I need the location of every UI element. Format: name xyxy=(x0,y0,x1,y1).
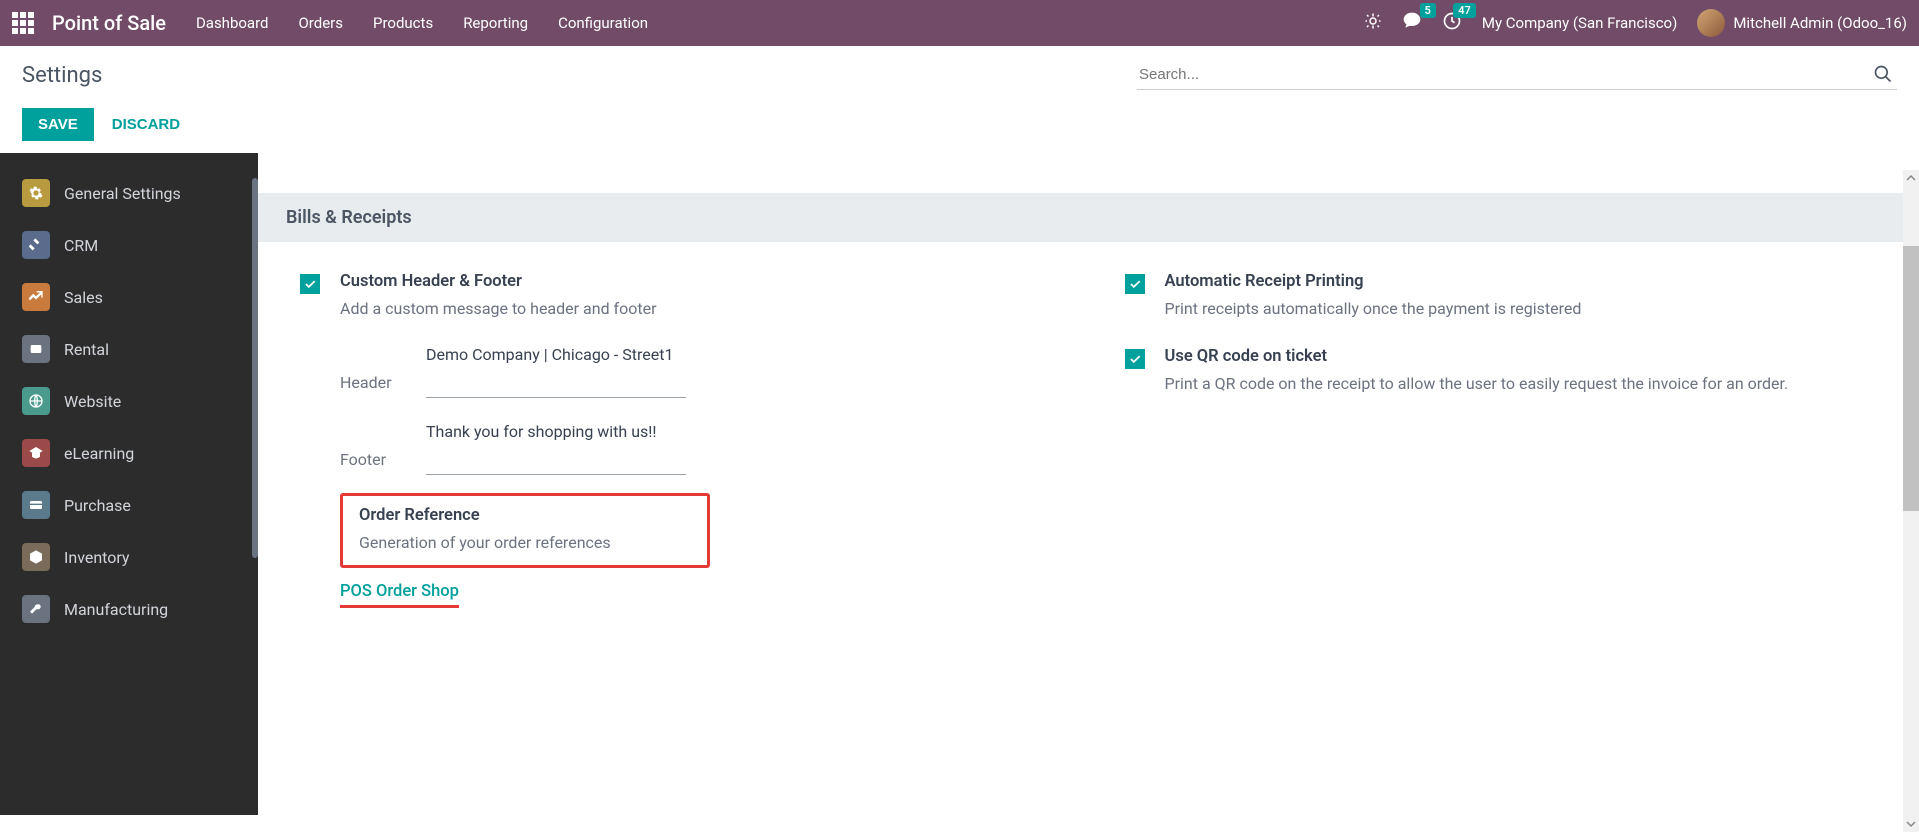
subheader: Settings SAVE DISCARD xyxy=(0,46,1919,153)
layout: General Settings CRM Sales Rental Websit… xyxy=(0,153,1919,815)
settings-sidebar: General Settings CRM Sales Rental Websit… xyxy=(0,153,258,815)
messages-badge: 5 xyxy=(1420,3,1436,18)
settings-grid: Custom Header & Footer Add a custom mess… xyxy=(258,242,1919,654)
avatar xyxy=(1697,9,1725,37)
box-icon xyxy=(22,543,50,571)
graduation-icon xyxy=(22,439,50,467)
user-name: Mitchell Admin (Odoo_16) xyxy=(1733,14,1907,32)
setting-desc: Add a custom message to header and foote… xyxy=(340,297,1065,321)
scroll-thumb[interactable] xyxy=(1903,246,1919,511)
nav-reporting[interactable]: Reporting xyxy=(463,14,528,32)
user-menu[interactable]: Mitchell Admin (Odoo_16) xyxy=(1697,9,1907,37)
header-input[interactable] xyxy=(426,339,686,398)
chart-icon xyxy=(22,283,50,311)
nav-dashboard[interactable]: Dashboard xyxy=(196,14,269,32)
nav-configuration[interactable]: Configuration xyxy=(558,14,648,32)
nav-products[interactable]: Products xyxy=(373,14,433,32)
sidebar-item-label: eLearning xyxy=(64,444,134,463)
header-label: Header xyxy=(340,373,408,398)
sidebar-item-label: Website xyxy=(64,392,121,411)
gear-icon xyxy=(22,179,50,207)
messages-icon[interactable]: 5 xyxy=(1402,11,1422,35)
search-input[interactable] xyxy=(1137,60,1897,89)
footer-label: Footer xyxy=(340,450,408,475)
main-scrollbar[interactable] xyxy=(1903,170,1919,832)
sidebar-scrollbar[interactable] xyxy=(252,170,260,570)
setting-title: Use QR code on ticket xyxy=(1165,347,1890,366)
setting-title: Automatic Receipt Printing xyxy=(1165,272,1890,291)
checkbox-custom-header[interactable] xyxy=(300,274,320,294)
pos-order-shop-link[interactable]: POS Order Shop xyxy=(340,582,459,608)
sidebar-item-label: Inventory xyxy=(64,548,130,567)
section-header: Bills & Receipts xyxy=(258,193,1919,242)
activities-icon[interactable]: 47 xyxy=(1442,11,1462,35)
page-title: Settings xyxy=(22,63,102,88)
save-button[interactable]: SAVE xyxy=(22,108,94,141)
nav-orders[interactable]: Orders xyxy=(298,14,343,32)
search-wrap xyxy=(1137,60,1897,90)
sidebar-item-label: Purchase xyxy=(64,496,131,515)
footer-input[interactable] xyxy=(426,416,686,475)
highlight-order-reference: Order Reference Generation of your order… xyxy=(340,493,710,568)
checkbox-qr-code[interactable] xyxy=(1125,349,1145,369)
setting-custom-header-footer: Custom Header & Footer Add a custom mess… xyxy=(300,272,1065,608)
discard-button[interactable]: DISCARD xyxy=(108,108,184,141)
sidebar-item-rental[interactable]: Rental xyxy=(0,323,258,375)
setting-title: Custom Header & Footer xyxy=(340,272,1065,291)
col-left: Custom Header & Footer Add a custom mess… xyxy=(300,272,1065,634)
search-icon[interactable] xyxy=(1873,64,1893,88)
sidebar-item-manufacturing[interactable]: Manufacturing xyxy=(0,583,258,635)
card-icon xyxy=(22,491,50,519)
sidebar-item-label: CRM xyxy=(64,236,98,255)
activities-badge: 47 xyxy=(1453,3,1476,18)
sidebar-item-sales[interactable]: Sales xyxy=(0,271,258,323)
sidebar-item-website[interactable]: Website xyxy=(0,375,258,427)
sidebar-item-crm[interactable]: CRM xyxy=(0,219,258,271)
globe-icon xyxy=(22,387,50,415)
sidebar-item-inventory[interactable]: Inventory xyxy=(0,531,258,583)
topbar-right: 5 47 My Company (San Francisco) Mitchell… xyxy=(1364,9,1907,37)
sidebar-item-label: General Settings xyxy=(64,184,181,203)
sidebar-item-general-settings[interactable]: General Settings xyxy=(0,167,258,219)
sidebar-item-label: Sales xyxy=(64,288,103,307)
checkbox-auto-receipt[interactable] xyxy=(1125,274,1145,294)
debug-icon[interactable] xyxy=(1364,12,1382,34)
setting-desc: Generation of your order references xyxy=(359,531,691,555)
setting-qr-code: Use QR code on ticket Print a QR code on… xyxy=(1125,347,1890,396)
main-content: Bills & Receipts Custom Header & Footer … xyxy=(258,153,1919,815)
sidebar-item-label: Rental xyxy=(64,340,109,359)
setting-auto-receipt: Automatic Receipt Printing Print receipt… xyxy=(1125,272,1890,321)
col-right: Automatic Receipt Printing Print receipt… xyxy=(1125,272,1890,634)
nav-items: Dashboard Orders Products Reporting Conf… xyxy=(196,14,648,32)
sidebar-item-label: Manufacturing xyxy=(64,600,168,619)
setting-desc: Print receipts automatically once the pa… xyxy=(1165,297,1890,321)
wrench-icon xyxy=(22,595,50,623)
setting-title: Order Reference xyxy=(359,506,691,525)
handshake-icon xyxy=(22,231,50,259)
scroll-up-arrow[interactable] xyxy=(1903,170,1919,186)
app-name[interactable]: Point of Sale xyxy=(52,11,166,35)
top-navbar: Point of Sale Dashboard Orders Products … xyxy=(0,0,1919,46)
sidebar-item-elearning[interactable]: eLearning xyxy=(0,427,258,479)
apps-menu-icon[interactable] xyxy=(12,12,34,34)
company-switch[interactable]: My Company (San Francisco) xyxy=(1482,14,1677,32)
setting-desc: Print a QR code on the receipt to allow … xyxy=(1165,372,1890,396)
scroll-down-arrow[interactable] xyxy=(1903,816,1919,832)
key-icon xyxy=(22,335,50,363)
sidebar-item-purchase[interactable]: Purchase xyxy=(0,479,258,531)
